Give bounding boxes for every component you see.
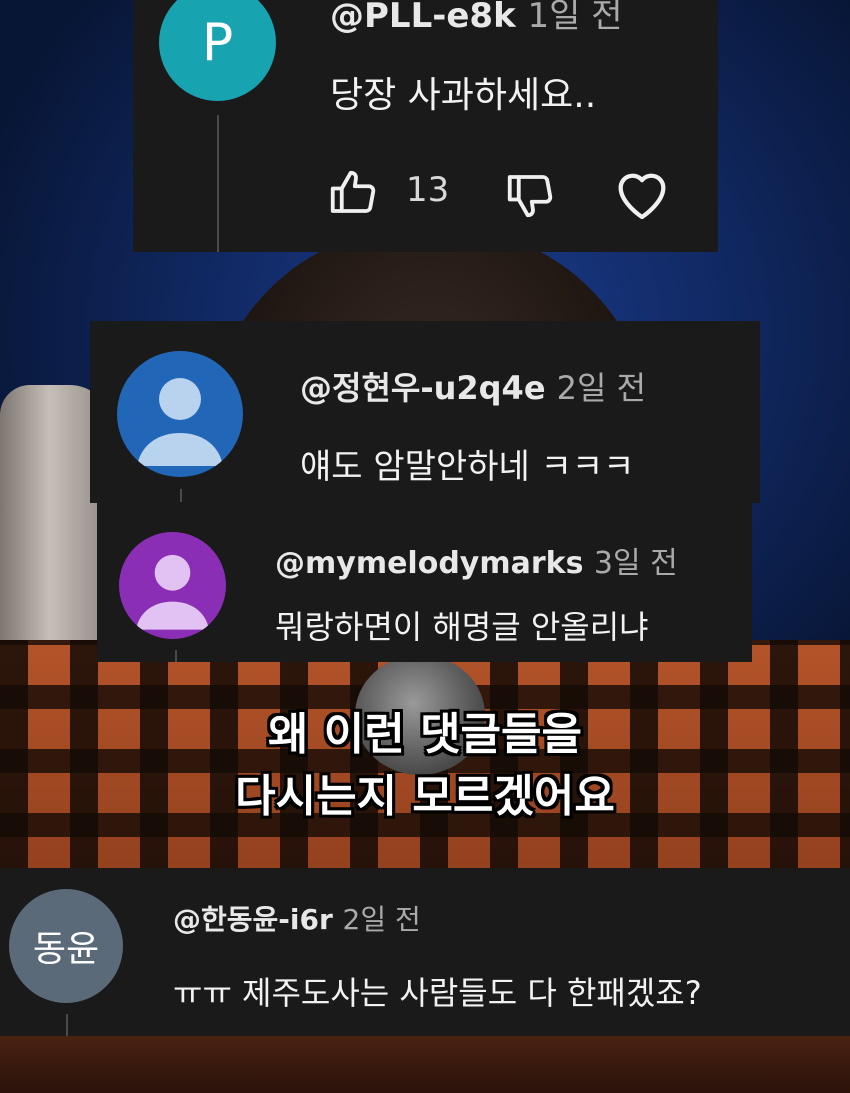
subtitle-line-1: 왜 이런 댓글들을 [268,709,582,760]
comment-text: 뭐랑하면이 해명글 안올리냐 [275,608,649,646]
comment-handle[interactable]: @한동윤-i6r 2일 전 [173,898,421,938]
avatar[interactable]: 동윤 [9,889,123,1003]
comment-text: 당장 사과하세요.. [330,75,597,116]
thread-line [180,489,182,503]
thread-line [66,1014,68,1036]
like-count: 13 [406,170,450,210]
comment-card-4: 동윤 @한동윤-i6r 2일 전 ㅠㅠ 제주도사는 사람들도 다 한패겠죠? [0,868,850,1036]
avatar-letter: 동윤 [32,929,100,970]
comment-text: 얘도 암말안하네 ㅋㅋㅋ [300,447,635,487]
avatar-letter: P [201,12,234,73]
person-silhouette-icon [137,378,223,466]
comment-card-1: P @PLL-e8k 1일 전 당장 사과하세요.. 13 [133,0,718,252]
thumbs-down-icon[interactable] [503,168,557,222]
comment-card-2: @정현우-u2q4e 2일 전 얘도 암말안하네 ㅋㅋㅋ [90,321,760,503]
comment-time: 2일 전 [342,903,421,936]
bottom-frame-strip [0,1036,850,1093]
avatar[interactable]: P [159,0,276,101]
comment-card-3: @mymelodymarks 3일 전 뭐랑하면이 해명글 안올리냐 [97,502,752,662]
subtitle-line-2: 다시는지 모르겠어요 [235,771,615,822]
comment-handle[interactable]: @mymelodymarks 3일 전 [275,538,678,582]
comment-time: 1일 전 [527,0,623,36]
comment-handle[interactable]: @정현우-u2q4e 2일 전 [300,363,646,409]
comment-time: 2일 전 [556,369,647,407]
heart-icon[interactable] [610,163,674,223]
avatar[interactable] [119,532,226,639]
thread-line [217,115,219,252]
thread-line [175,650,177,662]
comment-text: ㅠㅠ 제주도사는 사람들도 다 한패겠죠? [173,974,702,1012]
avatar[interactable] [117,351,243,477]
comment-time: 3일 전 [593,546,678,581]
comment-handle[interactable]: @PLL-e8k 1일 전 [330,0,623,37]
thumbs-up-icon[interactable] [326,166,380,220]
person-silhouette-icon [135,554,210,630]
